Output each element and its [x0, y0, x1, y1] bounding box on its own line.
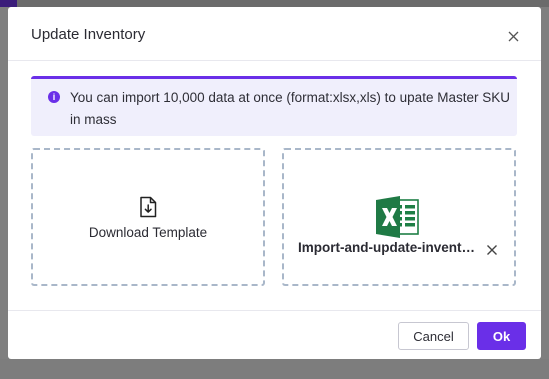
- remove-file-icon: [487, 245, 497, 255]
- close-button[interactable]: [503, 26, 523, 46]
- cancel-button[interactable]: Cancel: [398, 322, 469, 350]
- file-upload-area[interactable]: Import-and-update-inventory: [282, 148, 516, 286]
- download-file-icon: [140, 196, 157, 218]
- backdrop-bottom: [0, 359, 549, 379]
- close-icon: [508, 31, 518, 41]
- modal-title: Update Inventory: [31, 26, 146, 43]
- modal-header: Update Inventory: [8, 7, 541, 61]
- backdrop-accent: [0, 0, 17, 7]
- ok-button[interactable]: Ok: [477, 322, 526, 350]
- update-inventory-modal: Update Inventory i You can import 10,000…: [8, 7, 541, 359]
- import-notice: i You can import 10,000 data at once (fo…: [31, 76, 517, 136]
- download-template-label: Download Template: [88, 225, 208, 240]
- modal-footer: Cancel Ok: [8, 310, 541, 359]
- backdrop-left: [0, 7, 8, 359]
- info-icon: i: [48, 91, 60, 103]
- excel-file-icon: [376, 196, 419, 238]
- backdrop-right: [541, 7, 549, 359]
- notice-text: You can import 10,000 data at once (form…: [70, 90, 510, 127]
- remove-file-button[interactable]: [486, 243, 500, 257]
- uploaded-file-name: Import-and-update-inventory: [298, 240, 476, 255]
- backdrop-topbar: [0, 0, 549, 7]
- download-template-button[interactable]: Download Template: [31, 148, 265, 286]
